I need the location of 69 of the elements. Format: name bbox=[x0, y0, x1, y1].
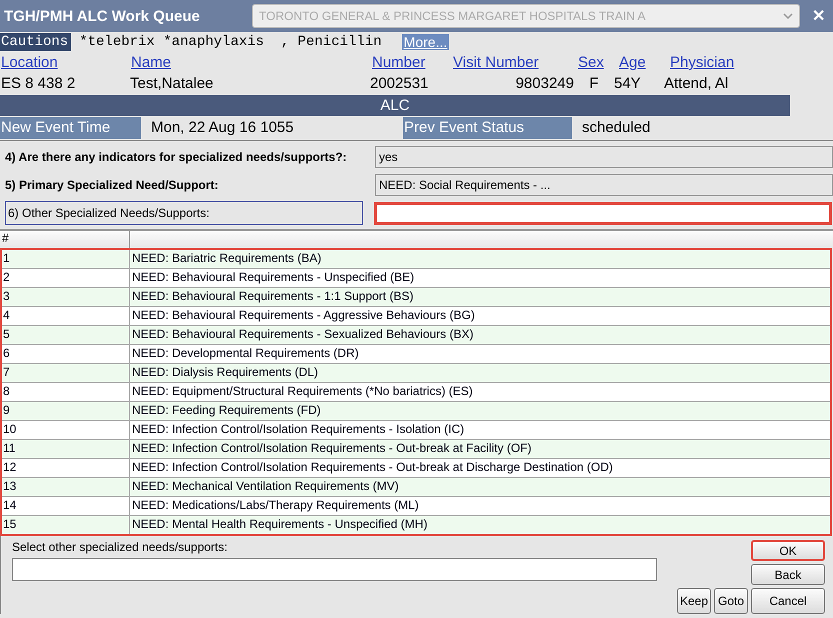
column-link[interactable]: Number bbox=[372, 54, 452, 71]
patient-value: 2002531 bbox=[370, 75, 428, 92]
input-field[interactable] bbox=[12, 558, 657, 581]
table-cell-text: NEED: Infection Control/Isolation Requirements - Out-break at Discharge Destination (OD) bbox=[131, 459, 614, 476]
table-cell-text: NEED: Medications/Labs/Therapy Requirements (ML) bbox=[131, 497, 420, 514]
table-cell: 6 bbox=[2, 345, 130, 363]
field-label: Prev Event Status bbox=[403, 117, 572, 139]
table-cell: 2 bbox=[2, 269, 130, 287]
patient-value: 54Y bbox=[614, 75, 641, 92]
table-cell-text: NEED: Dialysis Requirements (DL) bbox=[131, 364, 320, 381]
column-link[interactable]: Age bbox=[619, 54, 669, 71]
question-label: 6) Other Specialized Needs/Supports: bbox=[5, 201, 363, 225]
question-label: 5) Primary Specialized Need/Support: bbox=[4, 178, 220, 192]
cautions-text: *telebrix *anaphylaxis , Penicillin bbox=[79, 34, 382, 50]
answer-field[interactable]: NEED: Social Requirements - ... bbox=[375, 174, 833, 196]
table-cell: 11 bbox=[2, 440, 130, 458]
patient-value: F bbox=[589, 75, 599, 92]
answer-field[interactable]: yes bbox=[375, 146, 833, 168]
patient-value: ES 8 438 2 bbox=[1, 75, 76, 92]
column-link[interactable]: Physician bbox=[670, 54, 790, 71]
table-cell: 1 bbox=[2, 250, 130, 268]
table-cell: 8 bbox=[2, 383, 130, 401]
field-label: Select other specialized needs/supports: bbox=[12, 540, 228, 554]
field-value: scheduled bbox=[581, 118, 652, 138]
table-cell: 9 bbox=[2, 402, 130, 420]
ok-button[interactable]: OK bbox=[751, 540, 825, 561]
column-link[interactable]: Sex bbox=[578, 54, 618, 71]
table-cell: 14 bbox=[2, 497, 130, 515]
column-link[interactable]: Visit Number bbox=[453, 54, 577, 71]
table-cell-text: NEED: Behavioural Requirements - Aggressive Behaviours (BG) bbox=[131, 307, 476, 324]
window-title: TGH/PMH ALC Work Queue bbox=[4, 8, 201, 24]
table-cell-text: NEED: Mental Health Requirements - Unspecified (MH) bbox=[131, 516, 428, 533]
table-cell-text: NEED: Feeding Requirements (FD) bbox=[131, 402, 322, 419]
table-cell-text: NEED: Behavioural Requirements - 1:1 Support (BS) bbox=[131, 288, 414, 305]
table-cell-text: NEED: Bariatric Requirements (BA) bbox=[131, 250, 322, 267]
patient-value: 9803249 bbox=[516, 75, 574, 92]
goto-button[interactable]: Goto bbox=[714, 588, 748, 614]
column-header[interactable]: # bbox=[0, 231, 130, 248]
field-label: New Event Time bbox=[0, 117, 141, 139]
table-cell: 13 bbox=[2, 478, 130, 496]
column-link[interactable]: Name bbox=[131, 54, 371, 71]
table-cell-text: NEED: Infection Control/Isolation Requirements - Isolation (IC) bbox=[131, 421, 466, 438]
more-link[interactable]: More... bbox=[402, 34, 450, 50]
patient-value: Attend, Al bbox=[664, 75, 728, 92]
section-header: ALC bbox=[0, 95, 790, 116]
table-cell: 10 bbox=[2, 421, 130, 439]
table-cell: 7 bbox=[2, 364, 130, 382]
cautions-label: Cautions bbox=[0, 33, 72, 51]
cancel-button[interactable]: Cancel bbox=[751, 588, 825, 614]
caret-icon bbox=[783, 13, 793, 19]
table-cell: 4 bbox=[2, 307, 130, 325]
keep-button[interactable]: Keep bbox=[677, 588, 711, 614]
table-cell: 3 bbox=[2, 288, 130, 306]
patient-value: Test,Natalee bbox=[130, 75, 214, 92]
table-cell: 15 bbox=[2, 516, 130, 534]
answer-field[interactable] bbox=[374, 202, 832, 224]
question-label: 4) Are there any indicators for specialized needs/supports?: bbox=[4, 150, 348, 164]
table-cell-text: NEED: Behavioural Requirements - Unspecified (BE) bbox=[131, 269, 416, 286]
table-cell-text: NEED: Developmental Requirements (DR) bbox=[131, 345, 360, 362]
table-cell: 5 bbox=[2, 326, 130, 344]
table-cell-text: NEED: Equipment/Structural Requirements (*No bariatrics) (ES) bbox=[131, 383, 474, 400]
table-cell-text: NEED: Mechanical Ventilation Requirements (MV) bbox=[131, 478, 400, 495]
back-button[interactable]: Back bbox=[751, 564, 825, 585]
table-cell: 12 bbox=[2, 459, 130, 477]
field-value: Mon, 22 Aug 16 1055 bbox=[150, 118, 295, 138]
column-link[interactable]: Location bbox=[1, 54, 130, 71]
close-button[interactable]: ✕ bbox=[808, 6, 829, 26]
table-cell-text: NEED: Behavioural Requirements - Sexualized Behaviours (BX) bbox=[131, 326, 474, 343]
table-cell-text: NEED: Infection Control/Isolation Requirements - Out-break at Facility (OF) bbox=[131, 440, 532, 457]
